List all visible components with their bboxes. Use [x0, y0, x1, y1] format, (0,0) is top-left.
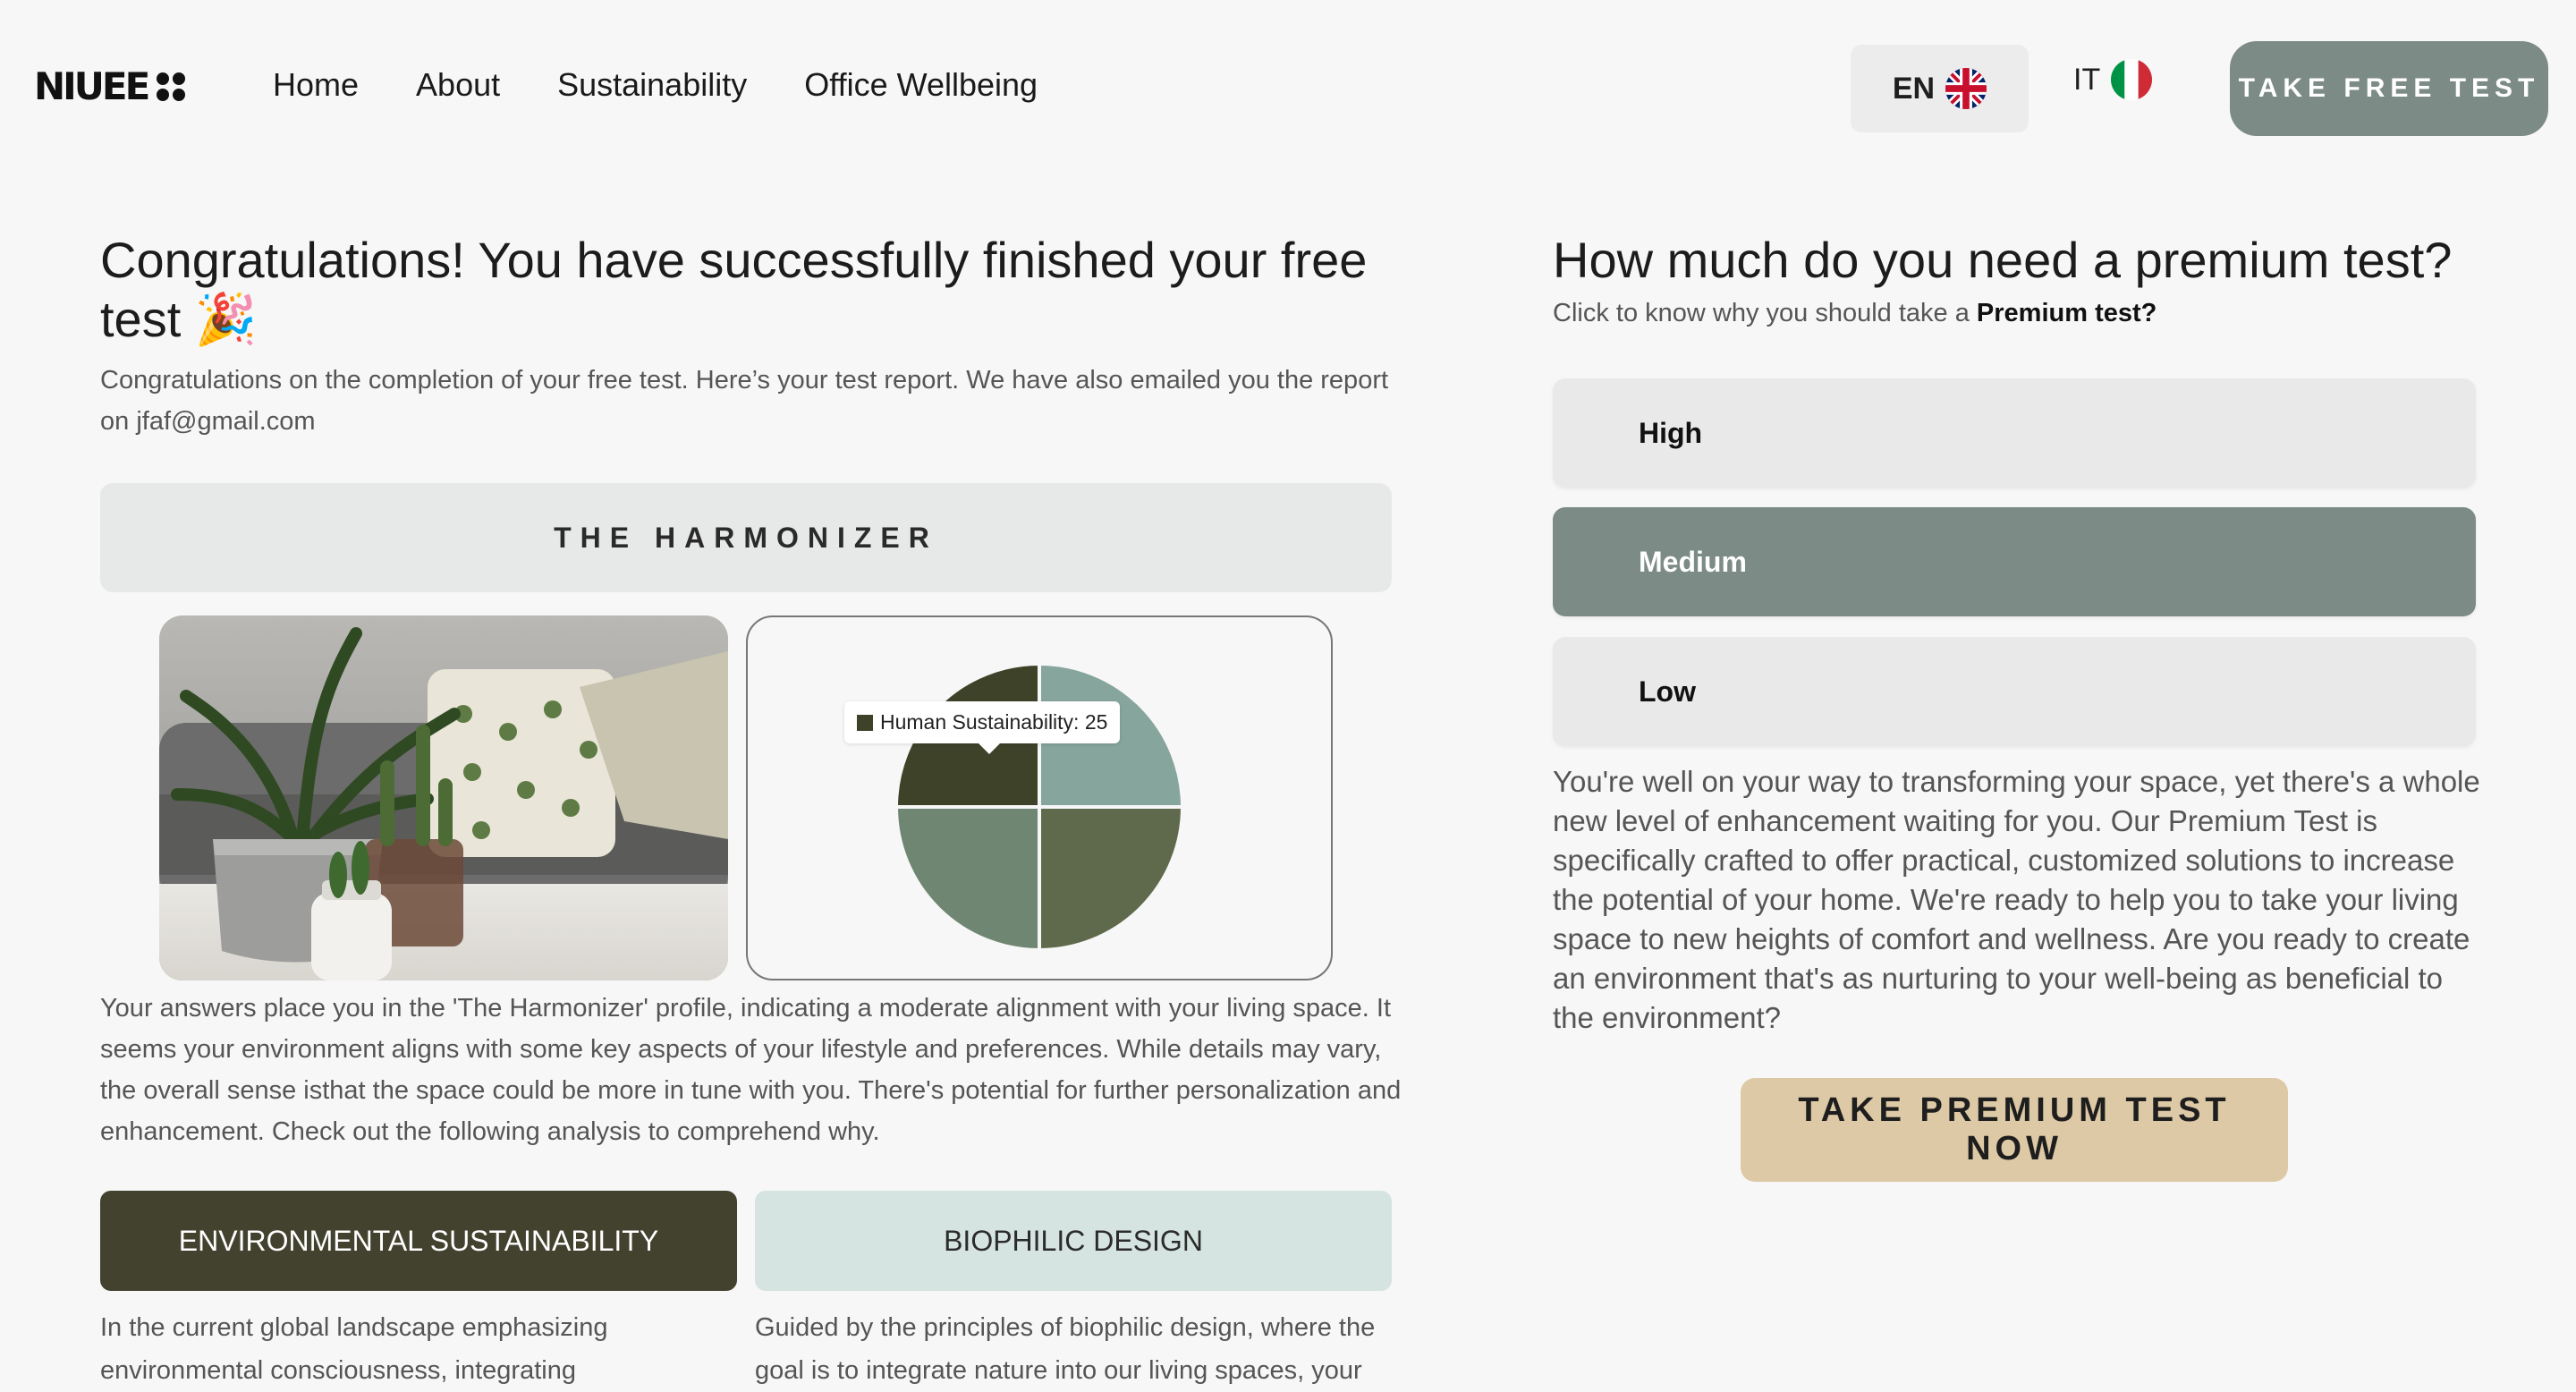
logo-mark-icon — [157, 72, 186, 101]
uk-flag-icon — [1945, 68, 1987, 109]
profile-description: Your answers place you in the 'The Harmo… — [100, 994, 1402, 1146]
biophilic-design-text: Guided by the principles of biophilic de… — [755, 1313, 1376, 1385]
need-option-high[interactable]: High — [1553, 378, 2476, 488]
take-premium-test-button[interactable]: TAKE PREMIUM TEST NOW — [1741, 1078, 2288, 1182]
pie-chart-svg — [894, 661, 1185, 953]
profile-name-banner: THE HARMONIZER — [100, 483, 1392, 592]
environmental-sustainability-button[interactable]: ENVIRONMENTAL SUSTAINABILITY — [100, 1191, 737, 1291]
premium-description: You're well on your way to transforming … — [1553, 765, 2480, 1034]
nav-office-wellbeing[interactable]: Office Wellbeing — [804, 66, 1038, 104]
language-en-label: EN — [1892, 71, 1936, 106]
nav-sustainability[interactable]: Sustainability — [557, 66, 747, 104]
tooltip-swatch — [857, 714, 873, 731]
language-en-button[interactable]: EN — [1851, 45, 2029, 132]
premium-test-link[interactable]: Premium test? — [1977, 299, 2157, 327]
need-option-low[interactable]: Low — [1553, 637, 2476, 746]
nav-about[interactable]: About — [416, 66, 500, 104]
profile-pie-chart: Human Sustainability: 25 — [746, 615, 1333, 980]
need-option-medium[interactable]: Medium — [1553, 507, 2476, 616]
premium-subtitle-text: Click to know why you should take a — [1553, 299, 1977, 327]
biophilic-design-button[interactable]: BIOPHILIC DESIGN — [755, 1191, 1392, 1291]
take-free-test-button[interactable]: TAKE FREE TEST — [2230, 41, 2548, 136]
result-subtitle: Congratulations on the completion of you… — [100, 366, 1389, 436]
premium-subtitle: Click to know why you should take a Prem… — [1553, 299, 2157, 328]
main-nav: Home About Sustainability Office Wellbei… — [273, 66, 1038, 104]
italy-flag-icon — [2111, 59, 2153, 100]
pie-slice[interactable] — [1038, 805, 1185, 953]
interior-photo — [159, 615, 728, 980]
tooltip-text: Human Sustainability: 25 — [880, 710, 1108, 734]
nav-home[interactable]: Home — [273, 66, 359, 104]
premium-title: How much do you need a premium test? — [1553, 232, 2453, 288]
language-it-label: IT — [2073, 62, 2101, 97]
language-it-button[interactable]: IT — [2073, 59, 2153, 100]
logo[interactable]: NIUEE — [34, 64, 186, 108]
logo-text: NIUEE — [34, 64, 150, 108]
chart-tooltip: Human Sustainability: 25 — [844, 701, 1121, 754]
profile-name: THE HARMONIZER — [554, 521, 938, 554]
result-title: Congratulations! You have successfully f… — [100, 232, 1368, 347]
environmental-sustainability-text: In the current global landscape emphasiz… — [100, 1313, 608, 1385]
pie-slice[interactable] — [894, 805, 1041, 953]
